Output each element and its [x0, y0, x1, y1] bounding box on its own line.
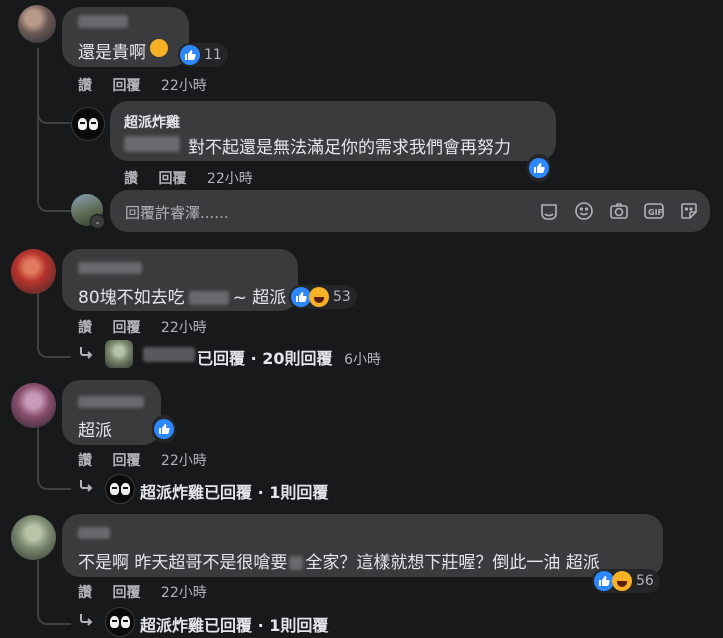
- comment-text: 還是貴啊: [78, 43, 146, 63]
- like-icon: [594, 571, 614, 591]
- view-replies-link[interactable]: 已回覆 · 20則回覆 6小時: [197, 345, 381, 369]
- thread-curve: [37, 595, 71, 625]
- reaction-summary[interactable]: 11: [178, 43, 228, 67]
- reply-input-placeholder: 回覆許睿澤......: [125, 204, 229, 222]
- reaction-summary[interactable]: [152, 415, 176, 443]
- avatar-sticker-icon[interactable]: [538, 200, 560, 222]
- like-icon: [154, 419, 174, 439]
- redacted-text: [289, 556, 304, 570]
- grin-emoji: [150, 39, 168, 57]
- reply-arrow-icon: [78, 612, 94, 632]
- like-link[interactable]: 讚: [124, 171, 138, 187]
- reaction-summary[interactable]: 56: [592, 569, 660, 593]
- reaction-count: 11: [204, 47, 222, 63]
- reply-author[interactable]: 超派炸雞: [124, 112, 180, 132]
- thread-line: [37, 560, 39, 596]
- thread-line: [37, 48, 39, 204]
- avatar-menu-chevron-icon[interactable]: ⌄: [90, 214, 105, 229]
- view-replies-link[interactable]: 超派炸雞已回覆 · 1則回覆: [140, 479, 328, 503]
- thread-line: [37, 425, 39, 461]
- mention-redacted: [124, 136, 180, 152]
- reaction-count: 53: [333, 289, 351, 305]
- comment-actions: 讚 回覆 22小時: [78, 317, 207, 337]
- thread-curve: [37, 98, 71, 124]
- redacted-text: [188, 291, 229, 305]
- author-name-redacted[interactable]: [78, 262, 142, 274]
- reply-link[interactable]: 回覆: [112, 453, 140, 469]
- avatar[interactable]: [18, 5, 56, 43]
- comment-text: 80塊不如去吃 ~ 超派: [78, 288, 287, 308]
- avatar[interactable]: [11, 383, 56, 428]
- replier-name-redacted: [143, 347, 195, 362]
- replier-avatar: [105, 340, 133, 368]
- reply-link[interactable]: 回覆: [112, 78, 140, 94]
- reply-actions: 讚 回覆 22小時: [124, 168, 253, 188]
- haha-icon: [309, 287, 329, 307]
- comment-text: 超派: [78, 421, 112, 441]
- thread-curve: [37, 460, 71, 490]
- sticker-icon[interactable]: [678, 200, 700, 222]
- like-link[interactable]: 讚: [78, 453, 92, 469]
- reply-arrow-icon: [78, 345, 94, 365]
- reply-link[interactable]: 回覆: [112, 320, 140, 336]
- timestamp[interactable]: 22小時: [161, 78, 207, 94]
- reaction-count: 56: [636, 573, 654, 589]
- like-link[interactable]: 讚: [78, 78, 92, 94]
- author-name-redacted[interactable]: [78, 527, 110, 539]
- avatar[interactable]: [11, 249, 56, 294]
- reply-text: 對不起還是無法滿足你的需求我們會再努力: [188, 138, 511, 158]
- emoji-icon[interactable]: [573, 200, 595, 222]
- comment-text: 不是啊 昨天超哥不是很嗆要 全家？這樣就想下莊喔？倒此一油 超派: [78, 553, 600, 573]
- author-name-redacted[interactable]: [78, 396, 144, 408]
- page-avatar: [105, 474, 135, 504]
- gif-icon[interactable]: GIF: [643, 200, 665, 222]
- author-name-redacted[interactable]: [78, 15, 128, 28]
- timestamp[interactable]: 22小時: [207, 171, 253, 187]
- like-link[interactable]: 讚: [78, 320, 92, 336]
- camera-icon[interactable]: [608, 200, 630, 222]
- reply-arrow-icon: [78, 478, 94, 498]
- like-link[interactable]: 讚: [78, 585, 92, 601]
- view-replies-link[interactable]: 超派炸雞已回覆 · 1則回覆: [140, 612, 328, 636]
- page-avatar[interactable]: [71, 107, 105, 141]
- comment-actions: 讚 回覆 22小時: [78, 75, 207, 95]
- comment-actions: 讚 回覆 22小時: [78, 582, 207, 602]
- haha-icon: [612, 571, 632, 591]
- timestamp[interactable]: 22小時: [161, 453, 207, 469]
- timestamp[interactable]: 22小時: [161, 585, 207, 601]
- thread-curve: [37, 330, 71, 358]
- like-icon: [291, 287, 311, 307]
- reply-link[interactable]: 回覆: [112, 585, 140, 601]
- like-icon: [529, 158, 549, 178]
- reaction-summary[interactable]: 53: [289, 285, 357, 309]
- like-icon: [180, 45, 200, 65]
- avatar[interactable]: [11, 515, 56, 560]
- reaction-summary[interactable]: [527, 154, 551, 182]
- thread-line: [37, 290, 39, 330]
- thread-curve: [37, 186, 71, 212]
- page-avatar: [105, 607, 135, 637]
- timestamp: 6小時: [344, 352, 381, 368]
- comment-actions: 讚 回覆 22小時: [78, 450, 207, 470]
- svg-text:GIF: GIF: [648, 208, 663, 217]
- timestamp[interactable]: 22小時: [161, 320, 207, 336]
- reply-link[interactable]: 回覆: [158, 171, 186, 187]
